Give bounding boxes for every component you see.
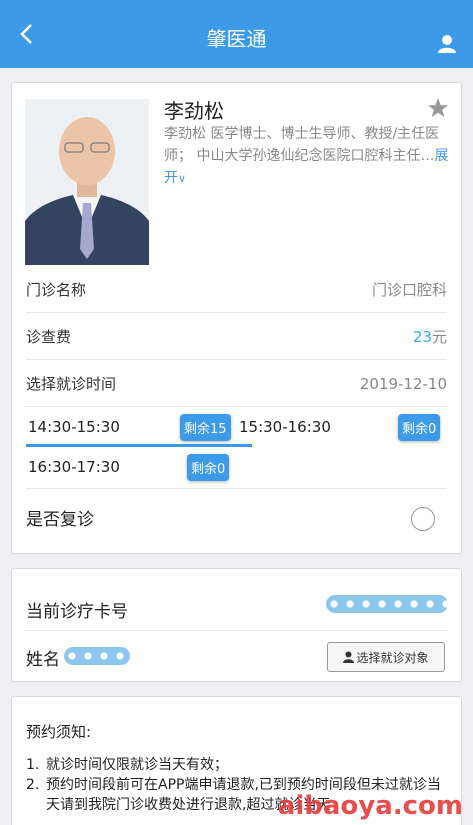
fee-amount: 23元: [413, 326, 447, 347]
notice-item: 1. 就诊时间仅限就诊当天有效；: [26, 755, 447, 775]
notice-item-number: 2.: [26, 777, 40, 793]
fee-unit: 元: [431, 328, 447, 346]
doctor-name: 李劲松: [164, 99, 224, 123]
time-slot-1[interactable]: 14:30-15:30: [28, 418, 120, 436]
selected-slot-indicator: [26, 444, 252, 447]
favorite-star-icon[interactable]: [427, 97, 449, 119]
visit-date-value[interactable]: 2019-12-10: [360, 375, 447, 393]
chevron-down-icon[interactable]: ∨: [178, 172, 186, 185]
visit-time-label: 选择就诊时间: [26, 375, 117, 393]
clinic-name-row: 门诊名称 门诊口腔科: [26, 267, 447, 313]
app-header: 肇医通: [0, 0, 473, 68]
person-icon: [343, 651, 355, 663]
watermark-text: aibaoya.com: [277, 791, 463, 821]
fee-label: 诊查费: [26, 328, 72, 346]
doctor-bio: 李劲松 医学博士、博士生导师、教授/主任医师； 中山大学孙逸仙纪念医院口腔科主任…: [164, 123, 452, 190]
revisit-label: 是否复诊: [26, 510, 94, 530]
patient-name-label: 姓名: [26, 650, 60, 670]
remaining-badge-1[interactable]: 剩余15: [180, 414, 231, 441]
patient-card: 当前诊疗卡号 姓名 选择就诊对象: [11, 568, 462, 682]
time-slot-3[interactable]: 16:30-17:30: [28, 458, 120, 476]
slot-divider: [26, 488, 447, 489]
revisit-radio[interactable]: [411, 507, 435, 531]
remaining-badge-2[interactable]: 剩余0: [398, 414, 441, 441]
patient-name-masked: [64, 647, 130, 665]
user-icon[interactable]: [437, 34, 457, 54]
notice-item-text: 就诊时间仅限就诊当天有效；: [46, 757, 228, 773]
fee-value: 23: [412, 328, 432, 346]
time-slot-2[interactable]: 15:30-16:30: [239, 418, 331, 436]
notice-item-number: 1.: [26, 757, 40, 773]
clinic-name-value: 门诊口腔科: [371, 281, 447, 299]
card-number-masked: [326, 595, 448, 613]
appointment-card: 李劲松 李劲松 医学博士、博士生导师、教授/主任医师； 中山大学孙逸仙纪念医院口…: [11, 82, 462, 554]
doctor-photo: [25, 99, 149, 265]
clinic-name-label: 门诊名称: [26, 281, 87, 299]
page-title: 肇医通: [206, 27, 267, 51]
notice-title: 预约须知:: [26, 723, 92, 741]
choose-patient-label[interactable]: 选择就诊对象: [356, 649, 428, 666]
choose-patient-button[interactable]: 选择就诊对象: [327, 642, 445, 672]
doctor-bio-text: 李劲松 医学博士、博士生导师、教授/主任医师； 中山大学孙逸仙纪念医院口腔科主任…: [164, 126, 440, 164]
visit-time-row[interactable]: 选择就诊时间 2019-12-10: [26, 361, 447, 407]
card-number-label: 当前诊疗卡号: [26, 602, 128, 622]
fee-row: 诊查费 23元: [26, 314, 447, 360]
patient-divider: [26, 630, 447, 631]
remaining-badge-3[interactable]: 剩余0: [187, 454, 230, 481]
